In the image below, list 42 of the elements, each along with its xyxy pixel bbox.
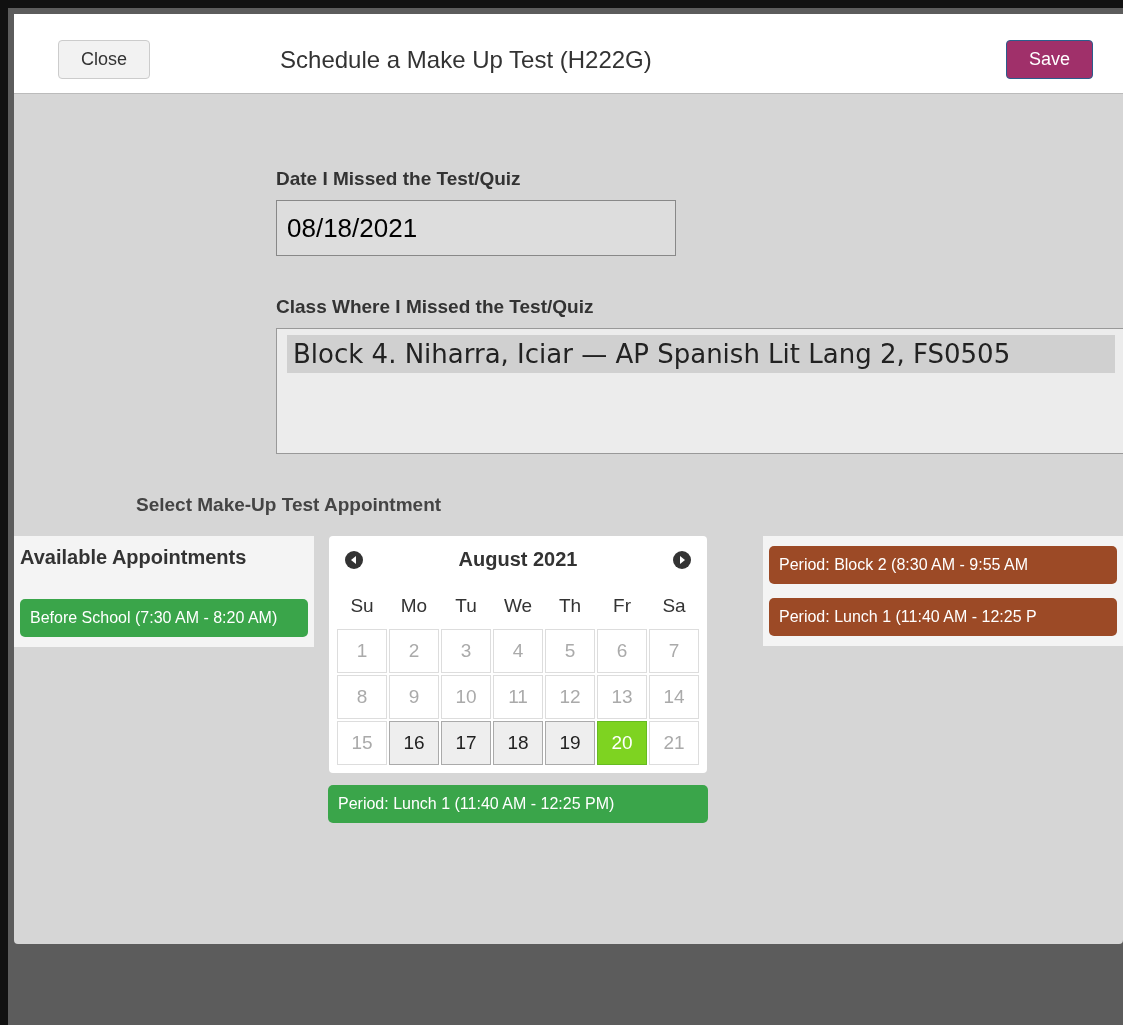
panel-title: Available Appointments	[20, 546, 248, 570]
calendar-day[interactable]: 18	[493, 721, 543, 765]
appointment-button[interactable]: Period: Block 2 (8:30 AM - 9:55 AM	[769, 546, 1117, 584]
calendar-day: 1	[337, 629, 387, 673]
calendar-day: 21	[649, 721, 699, 765]
calendar-day: 12	[545, 675, 595, 719]
calendar-day[interactable]: 17	[441, 721, 491, 765]
calendar-day: 6	[597, 629, 647, 673]
calendar-day[interactable]: 19	[545, 721, 595, 765]
calendar-day: 15	[337, 721, 387, 765]
weekday-label: Su	[349, 594, 375, 618]
calendar-day[interactable]: 16	[389, 721, 439, 765]
dialog-title: Schedule a Make Up Test (H222G)	[280, 45, 652, 74]
calendar-day: 3	[441, 629, 491, 673]
weekday-label: Tu	[454, 594, 478, 618]
calendar-day: 7	[649, 629, 699, 673]
calendar-day: 13	[597, 675, 647, 719]
weekday-label: Fr	[612, 594, 632, 618]
calendar-day: 9	[389, 675, 439, 719]
previous-icon[interactable]	[345, 550, 363, 569]
calendar-day: 2	[389, 629, 439, 673]
calendar-day: 14	[649, 675, 699, 719]
weekday-label: Mo	[399, 594, 429, 618]
weekday-label: We	[502, 594, 534, 618]
calendar-day: 11	[493, 675, 543, 719]
weekday-label: Th	[557, 594, 583, 618]
field-label: Date I Missed the Test/Quiz	[276, 168, 522, 190]
weekday-label: Sa	[661, 594, 687, 618]
calendar-day: 10	[441, 675, 491, 719]
calendar-day: 8	[337, 675, 387, 719]
save-button[interactable]: Save	[1005, 40, 1093, 79]
date-field[interactable]: 08/18/2021	[276, 200, 676, 256]
close-button[interactable]: Close	[58, 40, 151, 79]
class-listbox[interactable]: Block 4. Niharra, Iciar — AP Spanish Lit Lang 2, FS0505	[276, 328, 1123, 454]
class-option[interactable]: Block 4. Niharra, Iciar — AP Spanish Lit Lang 2, FS0505	[287, 335, 1115, 373]
next-icon[interactable]	[673, 550, 691, 569]
calendar-day: 4	[493, 629, 543, 673]
field-label: Class Where I Missed the Test/Quiz	[276, 296, 595, 318]
calendar-day: 5	[545, 629, 595, 673]
month-title: August 2021	[458, 548, 578, 571]
appointment-button[interactable]: Period: Lunch 1 (11:40 AM - 12:25 P	[769, 598, 1117, 636]
section-label: Select Make-Up Test Appointment	[136, 494, 443, 516]
